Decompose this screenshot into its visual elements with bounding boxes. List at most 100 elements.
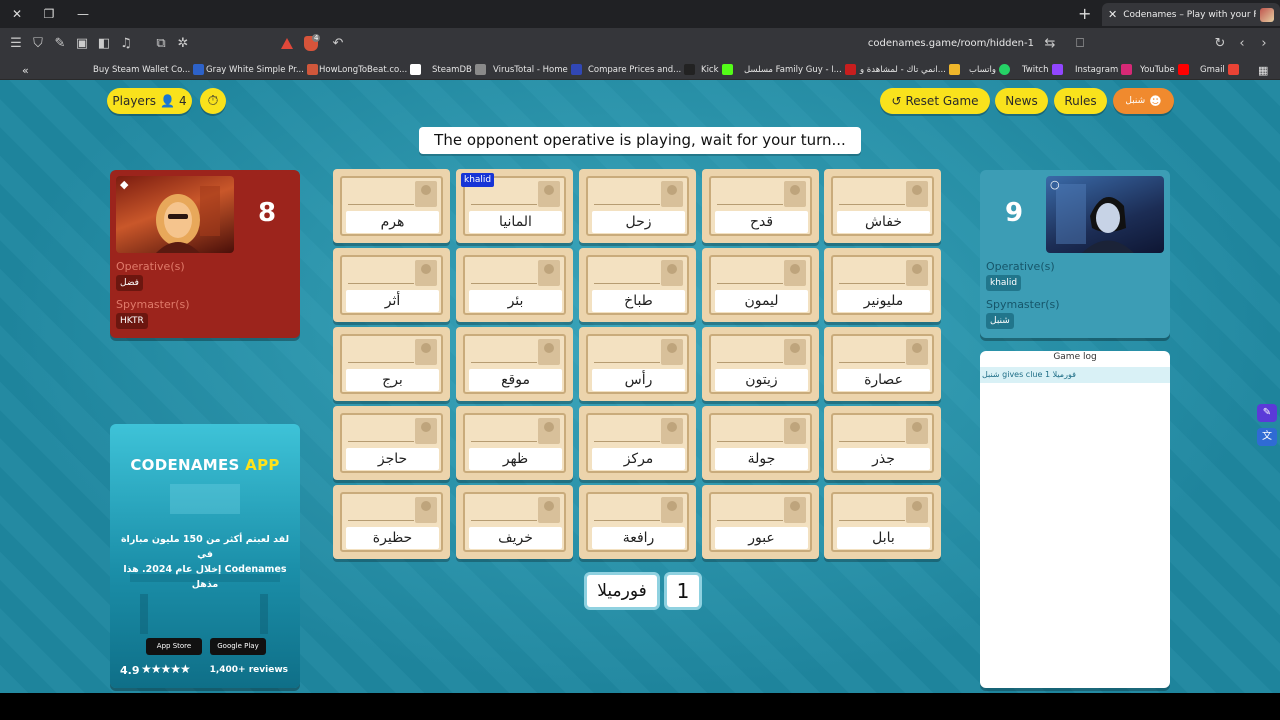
- shield-icon[interactable]: ⛉: [30, 36, 46, 52]
- bookmark-favicon-icon: [474, 64, 486, 75]
- pin-icon[interactable]: ✎: [52, 36, 68, 52]
- wallet-icon[interactable]: ▣: [74, 36, 90, 52]
- back-icon[interactable]: ‹: [1234, 36, 1250, 52]
- card-face: زحل: [586, 176, 689, 236]
- word-card[interactable]: جولة: [702, 406, 819, 480]
- forward-icon[interactable]: ›: [1256, 36, 1272, 52]
- card-face: خريف: [463, 492, 566, 552]
- user-menu-button[interactable]: شنبل ☻: [1113, 88, 1174, 114]
- word-card[interactable]: عبور: [702, 485, 819, 559]
- share-icon[interactable]: ↶: [330, 36, 346, 52]
- reset-icon: ↺: [891, 94, 902, 108]
- app-store-button[interactable]: App Store: [146, 638, 202, 655]
- screenshot-icon[interactable]: ⧉: [153, 36, 169, 52]
- card-line: [594, 283, 660, 284]
- apps-grid-icon[interactable]: ▦: [1258, 64, 1268, 77]
- players-button[interactable]: Players 👤 4: [107, 88, 192, 114]
- music-icon[interactable]: ♫: [118, 36, 134, 52]
- word-card[interactable]: هرم: [333, 169, 450, 243]
- word-card[interactable]: حاجز: [333, 406, 450, 480]
- codenames-app-ad[interactable]: CODENAMES APP لقد لعبتم أكثر من 150 مليو…: [110, 424, 300, 688]
- card-face: حظيرة: [340, 492, 443, 552]
- ad-title-main: CODENAMES: [130, 456, 240, 474]
- word-card[interactable]: مركز: [579, 406, 696, 480]
- reload-icon[interactable]: ↻: [1212, 36, 1228, 52]
- url-text[interactable]: codenames.game/room/hidden-1: [868, 38, 1034, 49]
- bookmark-item[interactable]: انمي تاك - لمشاهدة و...: [860, 64, 960, 75]
- bookmark-item[interactable]: واتساب: [969, 64, 1011, 75]
- card-face: ليمون: [709, 255, 812, 315]
- bookmark-icon[interactable]: ⎕: [1072, 36, 1088, 52]
- red-spymaster-name[interactable]: HKTR: [116, 313, 148, 329]
- bookmarks-expand-icon[interactable]: «: [22, 64, 29, 77]
- blue-spymaster-name[interactable]: شنبل: [986, 313, 1014, 329]
- card-face: عصارة: [831, 334, 934, 394]
- google-play-button[interactable]: Google Play: [210, 638, 266, 655]
- word-card[interactable]: رافعة: [579, 485, 696, 559]
- word-card[interactable]: موقع: [456, 327, 573, 401]
- game-log[interactable]: Game log شنبل gives clue فورميلا 1: [980, 351, 1170, 688]
- bookmark-item[interactable]: YouTube: [1140, 64, 1189, 75]
- word-card[interactable]: بئر: [456, 248, 573, 322]
- news-button[interactable]: News: [995, 88, 1048, 114]
- sidebar-icon[interactable]: ◧: [96, 36, 112, 52]
- word-card[interactable]: بابل: [824, 485, 941, 559]
- reset-game-button[interactable]: ↺ Reset Game: [880, 88, 990, 114]
- timer-icon[interactable]: ⏱: [200, 88, 226, 114]
- word-card[interactable]: برج: [333, 327, 450, 401]
- rules-button[interactable]: Rules: [1054, 88, 1107, 114]
- restore-window-icon[interactable]: ❐: [38, 4, 60, 24]
- bookmark-item[interactable]: VirusTotal - Home: [493, 64, 582, 75]
- bookmark-favicon-icon: [721, 64, 733, 75]
- menu-icon[interactable]: ☰: [8, 36, 24, 52]
- bookmark-item[interactable]: SteamDB: [432, 64, 486, 75]
- word-card[interactable]: ليمون: [702, 248, 819, 322]
- bookmarks-bar: « Buy Steam Wallet Co... Gray White Simp…: [0, 60, 1280, 80]
- word-card[interactable]: جذر: [824, 406, 941, 480]
- word-card[interactable]: المانيا khalid: [456, 169, 573, 243]
- bookmark-item[interactable]: Gray White Simple Pr...: [206, 64, 318, 75]
- word-card[interactable]: زحل: [579, 169, 696, 243]
- user-name: شنبل: [1125, 96, 1146, 106]
- bookmark-item[interactable]: Buy Steam Wallet Co...: [93, 64, 205, 75]
- word-card[interactable]: طباخ: [579, 248, 696, 322]
- word-card[interactable]: رأس: [579, 327, 696, 401]
- bookmark-item[interactable]: HowLongToBeat.co...: [319, 64, 422, 75]
- bookmark-item[interactable]: Compare Prices and...: [588, 64, 696, 75]
- blue-operative-name[interactable]: khalid: [986, 275, 1022, 291]
- new-tab-button[interactable]: +: [1078, 4, 1094, 24]
- bookmark-item[interactable]: Gmail: [1200, 64, 1239, 75]
- bookmark-item[interactable]: Kick: [701, 64, 733, 75]
- bookmark-item[interactable]: Twitch: [1022, 64, 1063, 75]
- bookmark-item[interactable]: Instagram: [1075, 64, 1133, 75]
- word-card[interactable]: ظهر: [456, 406, 573, 480]
- translate-tool-icon[interactable]: 文: [1257, 428, 1277, 446]
- tab-close-icon[interactable]: ✕: [1108, 8, 1117, 21]
- address-bar[interactable]: 4 ↶ codenames.game/room/hidden-1 ⇆: [270, 32, 1070, 56]
- game-log-title: Game log: [1053, 352, 1097, 362]
- minimize-window-icon[interactable]: —: [72, 4, 94, 24]
- brave-rewards-icon[interactable]: [280, 37, 294, 51]
- chat-tool-icon[interactable]: ✎: [1257, 404, 1277, 422]
- card-portrait-icon: [784, 260, 806, 286]
- extensions-icon[interactable]: ✲: [175, 36, 191, 52]
- clue-number: 1: [664, 572, 702, 610]
- bottom-bar: [0, 693, 1280, 720]
- site-settings-icon[interactable]: ⇆: [1042, 36, 1058, 52]
- word-card[interactable]: مليونير: [824, 248, 941, 322]
- word-card[interactable]: زيتون: [702, 327, 819, 401]
- tab-codenames[interactable]: ✕ Codenames – Play with your Frie: [1102, 3, 1280, 26]
- word-card[interactable]: حظيرة: [333, 485, 450, 559]
- bookmark-item[interactable]: مسلسل Family Guy - ا...: [744, 64, 856, 75]
- word-card[interactable]: خفاش: [824, 169, 941, 243]
- red-operative-name[interactable]: فضل: [116, 275, 143, 291]
- bookmark-favicon-icon: [948, 64, 960, 75]
- card-line: [839, 441, 905, 442]
- browser-toolbar: ☰ ⛉ ✎ ▣ ◧ ♫ ⧉ ✲ 4 ↶ codenames.game/room/…: [0, 28, 1280, 60]
- word-card[interactable]: خريف: [456, 485, 573, 559]
- word-card[interactable]: قدح: [702, 169, 819, 243]
- word-card[interactable]: أثر: [333, 248, 450, 322]
- word-card[interactable]: عصارة: [824, 327, 941, 401]
- tab-title: Codenames – Play with your Frie: [1123, 9, 1256, 20]
- close-window-icon[interactable]: ✕: [6, 4, 28, 24]
